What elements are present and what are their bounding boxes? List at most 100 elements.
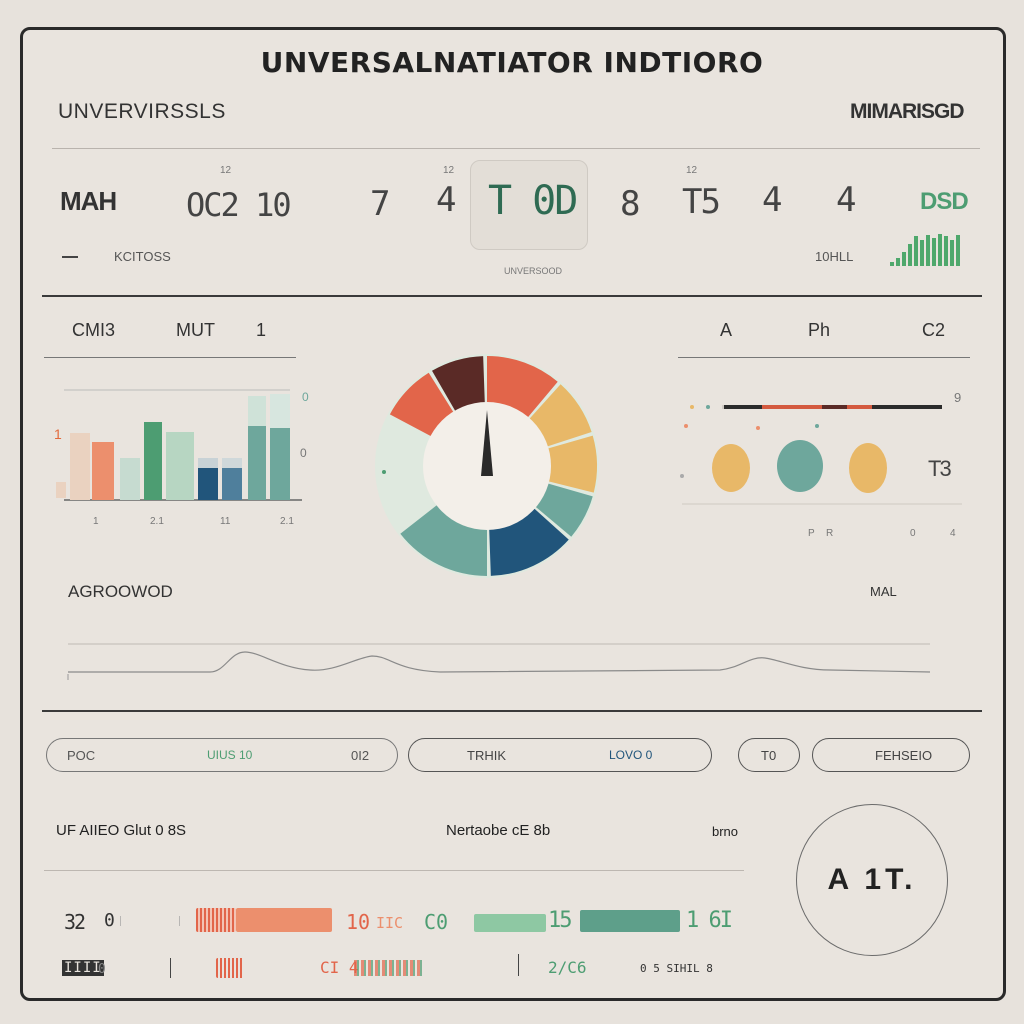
left-bar-chart [56,389,302,501]
left-panel-label: 1 [256,320,267,340]
focus-caption: UNVERSOOD [504,266,563,276]
top-left-value: OC2 10 [186,186,292,224]
wave-line-chart [67,643,931,680]
chart-bar [56,482,66,498]
small-mark: 12 [220,165,232,176]
chart-bubble [712,444,750,492]
pill-left-text: POC [67,747,96,763]
chart-bar [270,394,290,428]
divider [44,870,744,871]
pill-left-text: T0 [761,747,777,763]
summary-circle-text: A 1T. [827,863,917,896]
footer-value: 10 [346,910,371,934]
header-right-label: MIMARISGD [850,100,964,123]
chart-bar [248,396,266,426]
progress-bar [196,908,236,932]
chart-bar [120,458,140,500]
left-panel-label: CMI3 [72,320,116,340]
status-left: UF AIIEO Glut 0 8S [56,822,187,839]
footer-value: 0 [104,910,115,931]
small-mark: 12 [443,165,455,176]
progress-bar [216,958,244,978]
pill-field[interactable]: POC UIUS 10 0I2 [46,738,398,772]
dash-mark [62,256,78,258]
summary-circle: A 1T. [796,804,948,956]
radial-gauge [375,354,599,578]
pill-left-text: TRHIK [467,747,506,763]
progress-bar [580,910,680,932]
footer-value: 2/C6 [548,958,587,977]
divider [52,148,980,149]
divider [42,295,982,297]
x-label: 11 [220,516,231,527]
separator [518,954,519,976]
digit: 4 [836,180,857,220]
progress-bar [236,908,332,932]
page-title: UNVERSALNATIATOR INDTIORO [260,46,764,79]
footer-value: 1 6I [686,908,733,933]
wave-right-label: MAL [870,584,897,599]
pill-right-text: 0I2 [351,747,370,763]
top-left-label: MAH [60,186,117,216]
footer-value: 32 [64,910,86,934]
footer-value: CI 4 [320,958,359,977]
divider [44,357,296,358]
right-panel-label: C2 [922,320,946,340]
mini-bar-chart [890,234,962,266]
x-label: P [808,528,815,539]
x-label: 2.1 [280,516,294,527]
chart-bubble [849,443,887,493]
pill-button[interactable]: T0 [738,738,800,772]
axis-label: 0 [300,446,307,460]
chart-bar [70,433,90,500]
pattern-bar [354,960,424,976]
digit: 4 [762,180,783,220]
x-label: 4 [950,528,956,539]
digit: 8 [620,184,641,224]
header-left-label: UNVERVIRSSLS [58,100,226,123]
digit: 7 [370,184,391,224]
x-label: 2.1 [150,516,164,527]
divider [678,357,970,358]
top-right-sub: 10HLL [815,249,854,264]
digit: 4 [436,180,457,220]
status-mid: Nertaobe cE 8b [446,822,551,839]
right-panel-label: A [720,320,733,340]
footer-value: 15 [548,908,572,933]
footer-value: C0 [424,910,449,934]
status-right: brno [712,824,739,839]
axis-label: 1 [54,426,62,442]
pill-mid-text: LOVO 0 [609,748,653,762]
chart-bar [144,422,162,500]
chart-bar [166,432,194,500]
pill-left-text: FEHSEIO [875,747,933,763]
x-label: 1 [93,516,99,527]
x-label: 0 [910,528,916,539]
left-panel-label: MUT [176,320,215,340]
chart-bar [92,442,114,500]
focus-value: T 0D [488,178,578,224]
x-label: R [826,528,834,539]
pill-mid-text: UIUS 10 [207,748,253,762]
pill-button[interactable]: FEHSEIO [812,738,970,772]
right-bubble-chart [680,405,962,505]
top-left-sub: KCITOSS [114,249,171,264]
top-right-value: DSD [920,188,969,215]
progress-bar [474,914,546,932]
digit: T5 [682,182,721,222]
small-mark: 12 [686,165,698,176]
right-panel-value: T3 [928,456,952,481]
axis-label: 0 [302,390,309,404]
divider [42,710,982,712]
pill-field[interactable]: TRHIK LOVO 0 [408,738,712,772]
footer-value: 0 5 SIHIL 8 [640,962,713,975]
footer-value: 0 [98,962,106,977]
separator [170,958,171,978]
footer-value: IIC [376,914,404,932]
right-panel-label: Ph [808,320,831,340]
wave-label: AGROOWOD [68,582,173,601]
chart-bar [198,458,218,468]
tick-marks [120,916,180,926]
chart-bubble [777,440,823,492]
chart-bar [222,458,242,468]
